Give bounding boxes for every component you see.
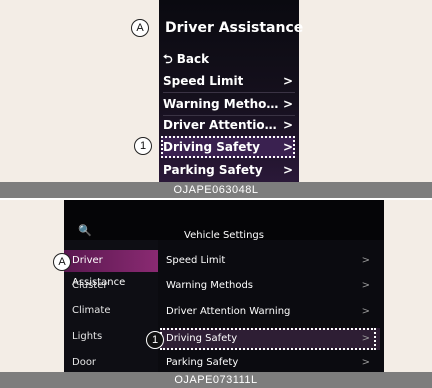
callout-1: 1 bbox=[146, 331, 164, 349]
chevron-right-icon: > bbox=[361, 255, 370, 266]
setting-parking-safety[interactable]: Parking Safety > bbox=[160, 352, 380, 374]
menu-item-label: Driver Attention... bbox=[163, 118, 281, 132]
sidebar-item-driver-assistance[interactable]: Driver Assistance bbox=[64, 250, 158, 288]
figure-caption: OJAPE063048L bbox=[0, 182, 432, 198]
menu-item-driver-attention[interactable]: Driver Attention... > bbox=[163, 114, 295, 136]
chevron-right-icon: > bbox=[282, 163, 293, 177]
sidebar-item-door[interactable]: Door bbox=[64, 352, 158, 374]
sidebar-item-cluster[interactable]: Cluster bbox=[64, 275, 158, 297]
menu-item-parking-safety[interactable]: Parking Safety > bbox=[163, 159, 295, 181]
chevron-right-icon: > bbox=[361, 306, 370, 317]
sidebar-item-climate[interactable]: Climate bbox=[64, 300, 158, 322]
callout-a: A bbox=[53, 253, 71, 271]
driver-assistance-screen: Driver Assistance ⮌ Back Speed Limit > W… bbox=[159, 0, 303, 182]
setting-label: Driver Attention Warning bbox=[166, 306, 291, 317]
chevron-right-icon: > bbox=[282, 118, 293, 132]
menu-item-label: Parking Safety bbox=[163, 163, 263, 177]
setting-label: Warning Methods bbox=[166, 280, 254, 291]
callout-1: 1 bbox=[134, 137, 152, 155]
menu-item-label: Speed Limit bbox=[163, 74, 244, 88]
search-icon[interactable]: 🔍 bbox=[78, 224, 92, 237]
highlight-box bbox=[160, 328, 376, 350]
figure-panel-bottom: 🔍 Vehicle Settings Driver Assistance Clu… bbox=[0, 200, 432, 388]
back-label: ⮌ Back bbox=[163, 52, 210, 66]
figure-caption: OJAPE073111L bbox=[0, 372, 432, 388]
setting-speed-limit[interactable]: Speed Limit > bbox=[160, 250, 380, 272]
chevron-right-icon: > bbox=[361, 357, 370, 368]
menu-item-speed-limit[interactable]: Speed Limit > bbox=[163, 70, 295, 92]
back-button[interactable]: ⮌ Back bbox=[163, 48, 295, 70]
screen-title: Driver Assistance bbox=[165, 20, 304, 36]
setting-label: Speed Limit bbox=[166, 255, 226, 266]
menu-item-warning-methods[interactable]: Warning Methods > bbox=[163, 93, 295, 115]
callout-a: A bbox=[131, 19, 149, 37]
chevron-right-icon: > bbox=[282, 74, 293, 88]
chevron-right-icon: > bbox=[282, 140, 293, 154]
menu-item-label: Driving Safety bbox=[163, 140, 260, 154]
vehicle-settings-screen: 🔍 Vehicle Settings Driver Assistance Clu… bbox=[64, 200, 384, 372]
chevron-right-icon: > bbox=[361, 280, 370, 291]
setting-label: Parking Safety bbox=[166, 357, 239, 368]
screen-title: Vehicle Settings bbox=[184, 230, 264, 241]
setting-warning-methods[interactable]: Warning Methods > bbox=[160, 275, 380, 297]
figure-panel-top: Driver Assistance ⮌ Back Speed Limit > W… bbox=[0, 0, 432, 198]
menu-item-driving-safety[interactable]: Driving Safety > bbox=[163, 136, 295, 158]
setting-driver-attention-warning[interactable]: Driver Attention Warning > bbox=[160, 301, 380, 323]
chevron-right-icon: > bbox=[282, 97, 293, 111]
sidebar-item-lights[interactable]: Lights bbox=[64, 326, 158, 348]
menu-item-label: Warning Methods bbox=[163, 97, 281, 111]
